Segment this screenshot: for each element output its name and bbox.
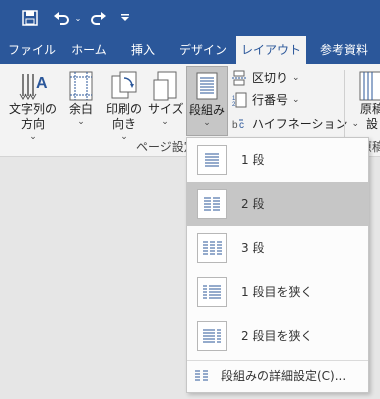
- tab-insert[interactable]: 挿入: [120, 36, 166, 64]
- line-numbers-icon: 12: [232, 92, 247, 108]
- one-column-icon: [197, 145, 227, 175]
- orientation-icon: [111, 71, 137, 99]
- columns-dropdown-menu: 1 段 2 段 3 段 1 段目を狭く 2 段目を狭く 段組みの詳細設定(C).…: [186, 137, 369, 393]
- tab-layout[interactable]: レイアウト: [236, 36, 306, 64]
- breaks-label: 区切り: [252, 71, 289, 85]
- chevron-down-icon: ⌄: [292, 95, 300, 105]
- save-icon[interactable]: [18, 6, 42, 30]
- undo-dropdown-icon[interactable]: ⌄: [73, 6, 83, 30]
- hyphenation-button[interactable]: bc ハイフネーション ⌄: [232, 114, 359, 134]
- hyphenation-icon: bc: [232, 119, 244, 131]
- tab-home[interactable]: ホーム: [64, 36, 114, 64]
- margins-label: 余白: [68, 102, 93, 116]
- columns-small-icon: [195, 370, 208, 381]
- tab-design[interactable]: デザイン: [172, 36, 234, 64]
- hyphenation-label: ハイフネーション: [252, 117, 348, 131]
- chevron-down-icon: ⌄: [292, 73, 300, 83]
- tab-references[interactable]: 参考資料: [310, 36, 378, 64]
- manuscript-label: 原稿 設: [359, 102, 380, 131]
- line-numbers-button[interactable]: 12 行番号 ⌄: [232, 90, 300, 110]
- svg-text:A: A: [36, 75, 48, 92]
- undo-icon[interactable]: [50, 6, 74, 30]
- chevron-down-icon: ⌄: [29, 132, 37, 142]
- two-columns-icon: [197, 189, 227, 219]
- orientation-button[interactable]: 印刷の 向き ⌄: [102, 70, 146, 142]
- column-option-label: 3 段: [241, 241, 265, 255]
- chevron-down-icon: ⌄: [203, 118, 211, 128]
- title-bar: ⌄: [0, 0, 380, 36]
- svg-text:b: b: [232, 120, 238, 131]
- column-option-label: 2 段: [241, 197, 265, 211]
- columns-icon: [196, 72, 218, 100]
- column-option-label: 1 段目を狭く: [241, 285, 313, 299]
- column-option-left[interactable]: 1 段目を狭く: [187, 270, 368, 314]
- column-option-one[interactable]: 1 段: [187, 138, 368, 182]
- manuscript-button[interactable]: 原稿 設: [352, 70, 380, 132]
- chevron-down-icon: ⌄: [77, 117, 85, 127]
- menu-divider: [187, 360, 368, 361]
- breaks-button[interactable]: 区切り ⌄: [232, 68, 300, 88]
- margins-icon: [69, 71, 93, 101]
- column-option-label: 1 段: [241, 153, 265, 167]
- size-icon: [153, 71, 177, 101]
- three-columns-icon: [197, 233, 227, 263]
- text-direction-label: 文字列の 方向: [8, 102, 57, 131]
- text-direction-button[interactable]: A 文字列の 方向 ⌄: [6, 70, 60, 142]
- customize-qat-icon[interactable]: [118, 6, 132, 30]
- column-option-right[interactable]: 2 段目を狭く: [187, 314, 368, 358]
- columns-label: 段組み: [188, 103, 225, 117]
- breaks-icon: [232, 70, 246, 86]
- right-narrow-columns-icon: [197, 321, 227, 351]
- svg-text:2: 2: [232, 102, 236, 108]
- size-label: サイズ: [148, 102, 184, 116]
- column-option-label: 2 段目を狭く: [241, 329, 313, 343]
- manuscript-icon: [359, 71, 380, 101]
- svg-text:c: c: [239, 120, 244, 131]
- ribbon-tabs: ファイル ホーム 挿入 デザイン レイアウト 参考資料: [0, 36, 380, 64]
- more-columns-label: 段組みの詳細設定(C)...: [221, 369, 347, 383]
- line-numbers-label: 行番号: [252, 93, 289, 107]
- column-option-two[interactable]: 2 段: [187, 182, 368, 226]
- more-columns-button[interactable]: 段組みの詳細設定(C)...: [187, 362, 368, 390]
- redo-icon[interactable]: [88, 6, 108, 30]
- size-button[interactable]: サイズ ⌄: [148, 70, 184, 127]
- columns-button[interactable]: 段組み ⌄: [186, 66, 228, 136]
- left-narrow-columns-icon: [197, 277, 227, 307]
- tab-file[interactable]: ファイル: [4, 36, 60, 64]
- column-option-three[interactable]: 3 段: [187, 226, 368, 270]
- margins-button[interactable]: 余白 ⌄: [64, 70, 98, 127]
- orientation-label: 印刷の 向き: [105, 102, 142, 131]
- chevron-down-icon: ⌄: [161, 117, 169, 127]
- text-direction-icon: A: [19, 74, 48, 100]
